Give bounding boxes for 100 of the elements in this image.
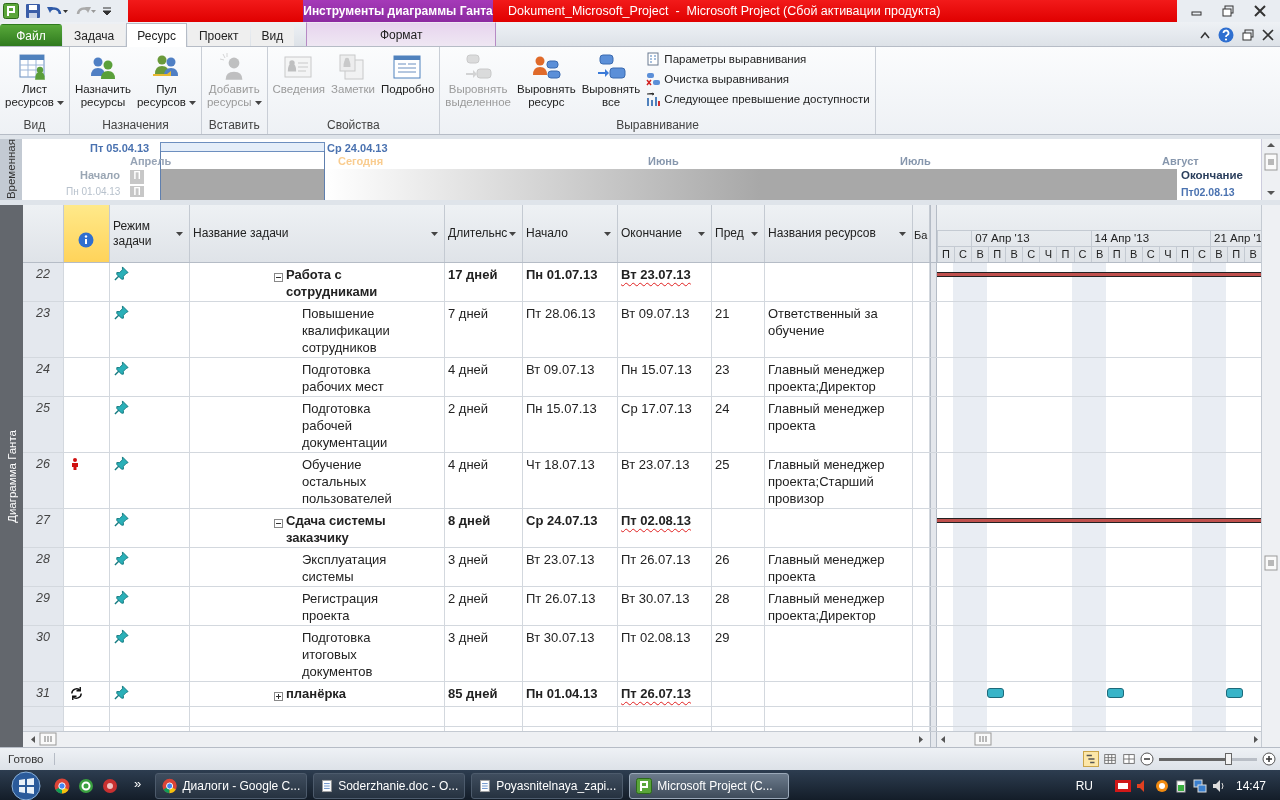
resource-names: Главный менеджер проекта;Директор (768, 362, 885, 394)
browser-icon[interactable] (54, 778, 70, 794)
restore-icon[interactable] (1242, 29, 1254, 41)
ribbon-tab[interactable]: Вид (250, 24, 295, 46)
network-icon[interactable] (1192, 779, 1207, 793)
task-name: Повышение квалификации сотрудников (302, 305, 391, 356)
gantt-view-icon[interactable] (1083, 751, 1099, 767)
close-icon[interactable] (1262, 29, 1274, 41)
speaker-icon[interactable] (1211, 779, 1226, 793)
predecessor: 29 (715, 630, 730, 645)
tray-icon[interactable] (1154, 779, 1169, 793)
day-label: С (1192, 247, 1210, 262)
ribbon-button[interactable]: Выровнять ресурс (515, 50, 578, 111)
ribbon-tab[interactable]: Файл (0, 24, 62, 46)
predecessor: 25 (715, 457, 730, 472)
start-date: Пн 01.04.13 (526, 686, 598, 701)
row-number: 31 (23, 682, 64, 706)
collapse-icon[interactable] (274, 273, 283, 282)
restore-icon[interactable] (1222, 5, 1235, 17)
duration: 3 дней (448, 630, 489, 645)
start-date: Ср 24.07.13 (526, 513, 598, 528)
customize-icon[interactable] (103, 6, 111, 16)
ring-icon[interactable] (78, 778, 94, 794)
column-header[interactable]: Длительнс (445, 205, 523, 262)
day-label: П (1107, 247, 1125, 262)
resource-names: Главный менеджер проекта;Директор (768, 591, 885, 623)
ribbon-button[interactable]: Лист ресурсов (3, 50, 66, 111)
column-header[interactable] (64, 205, 110, 262)
help-icon[interactable] (1218, 27, 1234, 43)
resource-names: Главный менеджер проекта (768, 552, 885, 584)
taskbar-button[interactable]: Microsoft Project (C... (629, 773, 790, 799)
predecessor: 23 (715, 362, 730, 377)
ribbon-tab[interactable]: Ресурс (126, 23, 187, 47)
column-header[interactable]: Название задачи (190, 205, 445, 262)
document-icon (646, 52, 661, 66)
row-number: 23 (23, 302, 64, 357)
taskbar-button[interactable]: Soderzhanie.doc - O... (313, 773, 466, 799)
column-header[interactable]: Пред (712, 205, 765, 262)
taskbar-button[interactable]: Диалоги - Google C... (155, 773, 308, 799)
caret-icon (604, 232, 611, 236)
duration: 3 дней (448, 552, 489, 567)
finish-date: Пт 02.08.13 (621, 630, 691, 645)
start-date: Вт 09.07.13 (526, 362, 595, 377)
language-indicator[interactable]: RU (1075, 779, 1093, 793)
pin-icon (114, 456, 129, 471)
ribbon-tab[interactable]: Формат (306, 22, 497, 46)
timeline-range[interactable] (160, 142, 325, 152)
zoom-in-icon[interactable] (1262, 752, 1276, 766)
day-label: С (1141, 247, 1159, 262)
task-bar (1106, 688, 1124, 698)
group-label: Выравнивание (615, 118, 700, 134)
duration: 2 дней (448, 401, 489, 416)
person-icon (72, 458, 78, 470)
today-label: Сегодня (338, 155, 384, 167)
column-header[interactable]: Названия ресурсов (765, 205, 913, 262)
battery-icon[interactable] (1173, 779, 1188, 793)
day-label: В (971, 247, 989, 262)
app-icon[interactable] (102, 778, 118, 794)
month-label: Июль (900, 155, 931, 167)
collapse-ribbon-icon[interactable] (1200, 31, 1210, 39)
taskbar-button[interactable]: Poyasnitelnaya_zapi... (471, 773, 624, 799)
form-icon (391, 52, 424, 80)
start-label: Начало (80, 169, 120, 181)
column-header[interactable]: Начало (523, 205, 618, 262)
save-icon[interactable] (25, 3, 41, 19)
ribbon-tab[interactable]: Задача (63, 24, 126, 46)
start-date: Пн 15.07.13 (526, 401, 597, 416)
ribbon-button[interactable]: Очистка выравнивания (644, 71, 872, 87)
view-label: Диаграмма Ганта (5, 429, 18, 523)
row-number: 27 (23, 509, 64, 547)
duration: 7 дней (448, 306, 489, 321)
duration: 8 дней (448, 513, 491, 528)
ribbon-button[interactable]: Параметры выравнивания (644, 51, 872, 67)
ribbon-button[interactable]: Назначить ресурсы (72, 50, 133, 111)
grid-view-icon[interactable] (1102, 751, 1118, 767)
ribbon-tab[interactable]: Проект (187, 24, 250, 46)
day-label: Ч (1039, 247, 1057, 262)
row-number: 22 (23, 263, 64, 301)
close-icon[interactable] (1254, 5, 1267, 17)
zoom-out-icon[interactable] (1140, 752, 1154, 766)
ribbon-button[interactable]: Выровнять все (579, 50, 643, 111)
start-date: Пт 26.07.13 (526, 591, 596, 606)
table-view-icon[interactable] (1121, 751, 1137, 767)
finish-label: Окончание (1181, 169, 1243, 181)
column-header[interactable]: Окончание (618, 205, 712, 262)
collapse-icon[interactable] (274, 519, 283, 528)
ribbon-button[interactable]: Следующее превышение доступности (644, 91, 872, 107)
day-label: В (1005, 247, 1023, 262)
ribbon-button[interactable]: Подробно (379, 50, 437, 98)
ribbon-button[interactable]: Пул ресурсов (134, 50, 198, 111)
more-button[interactable]: » (128, 774, 148, 792)
start-date: Чт 18.07.13 (526, 457, 595, 472)
day-label: С (1073, 247, 1091, 262)
tray-icon[interactable] (1114, 780, 1131, 792)
column-header[interactable]: Режим задачи (110, 205, 190, 262)
pin-icon (114, 551, 129, 566)
range-end-date: Ср 24.04.13 (327, 142, 388, 154)
scrollbar[interactable] (1261, 139, 1280, 200)
expand-icon[interactable] (274, 692, 283, 701)
start-date: Пн 01.04.13 (66, 186, 121, 197)
